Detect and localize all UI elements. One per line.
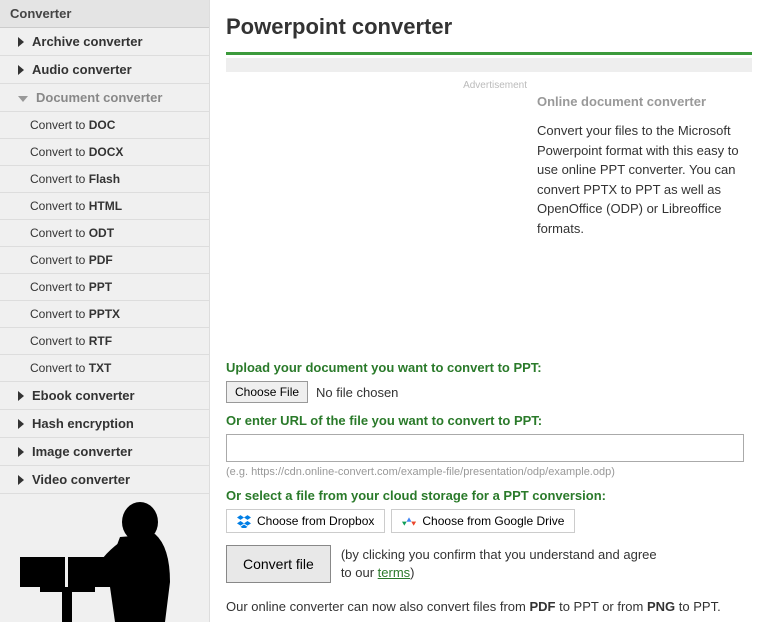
chevron-right-icon (18, 419, 24, 429)
person-silhouette-image (0, 472, 210, 622)
description-text: Convert your files to the Microsoft Powe… (537, 121, 752, 238)
subitem-pptx[interactable]: Convert to PPTX (0, 301, 209, 328)
subitem-txt[interactable]: Convert to TXT (0, 355, 209, 382)
upload-label: Upload your document you want to convert… (226, 360, 752, 375)
subitem-doc[interactable]: Convert to DOC (0, 112, 209, 139)
subitem-html[interactable]: Convert to HTML (0, 193, 209, 220)
ad-label: Advertisement (463, 80, 527, 91)
url-example: (e.g. https://cdn.online-convert.com/exa… (226, 466, 752, 478)
dropbox-button-label: Choose from Dropbox (257, 514, 374, 528)
sidebar-header: Converter (0, 0, 209, 28)
divider (226, 52, 752, 55)
sidebar-item-hash[interactable]: Hash encryption (0, 410, 209, 438)
url-label: Or enter URL of the file you want to con… (226, 413, 752, 428)
gray-bar (226, 58, 752, 72)
subitem-odt[interactable]: Convert to ODT (0, 220, 209, 247)
subitem-rtf[interactable]: Convert to RTF (0, 328, 209, 355)
dropbox-icon (237, 514, 251, 528)
sidebar-item-archive[interactable]: Archive converter (0, 28, 209, 56)
chevron-right-icon (18, 391, 24, 401)
ad-area: Advertisement Online document converter … (226, 80, 752, 350)
subitem-flash[interactable]: Convert to Flash (0, 166, 209, 193)
convert-button[interactable]: Convert file (226, 545, 331, 583)
cloud-label: Or select a file from your cloud storage… (226, 488, 752, 503)
file-status: No file chosen (316, 385, 398, 400)
sidebar-item-audio[interactable]: Audio converter (0, 56, 209, 84)
description-title: Online document converter (537, 94, 752, 109)
url-input[interactable] (226, 434, 744, 462)
page-title: Powerpoint converter (226, 14, 752, 40)
chevron-right-icon (18, 447, 24, 457)
sidebar-item-image[interactable]: Image converter (0, 438, 209, 466)
subitem-docx[interactable]: Convert to DOCX (0, 139, 209, 166)
gdrive-button[interactable]: Choose from Google Drive (391, 509, 575, 533)
choose-file-button[interactable]: Choose File (226, 381, 308, 403)
sidebar: Converter Archive converter Audio conver… (0, 0, 210, 622)
sidebar-item-ebook[interactable]: Ebook converter (0, 382, 209, 410)
convert-note: (by clicking you confirm that you unders… (341, 546, 661, 582)
description-block: Online document converter Convert your f… (537, 94, 752, 238)
dropbox-button[interactable]: Choose from Dropbox (226, 509, 385, 533)
google-drive-icon (402, 514, 416, 528)
chevron-right-icon (18, 65, 24, 75)
sidebar-item-document[interactable]: Document converter (0, 84, 209, 112)
chevron-right-icon (18, 37, 24, 47)
file-input-row: Choose File No file chosen (226, 381, 752, 403)
terms-link[interactable]: terms (378, 565, 411, 580)
subitem-pdf[interactable]: Convert to PDF (0, 247, 209, 274)
footer-note: Our online converter can now also conver… (226, 599, 752, 614)
convert-row: Convert file (by clicking you confirm th… (226, 545, 752, 583)
subitem-ppt[interactable]: Convert to PPT (0, 274, 209, 301)
cloud-buttons-row: Choose from Dropbox Choose from Google D… (226, 509, 752, 533)
chevron-down-icon (18, 96, 28, 102)
gdrive-button-label: Choose from Google Drive (422, 514, 564, 528)
main-content: Powerpoint converter Advertisement Onlin… (210, 0, 772, 622)
